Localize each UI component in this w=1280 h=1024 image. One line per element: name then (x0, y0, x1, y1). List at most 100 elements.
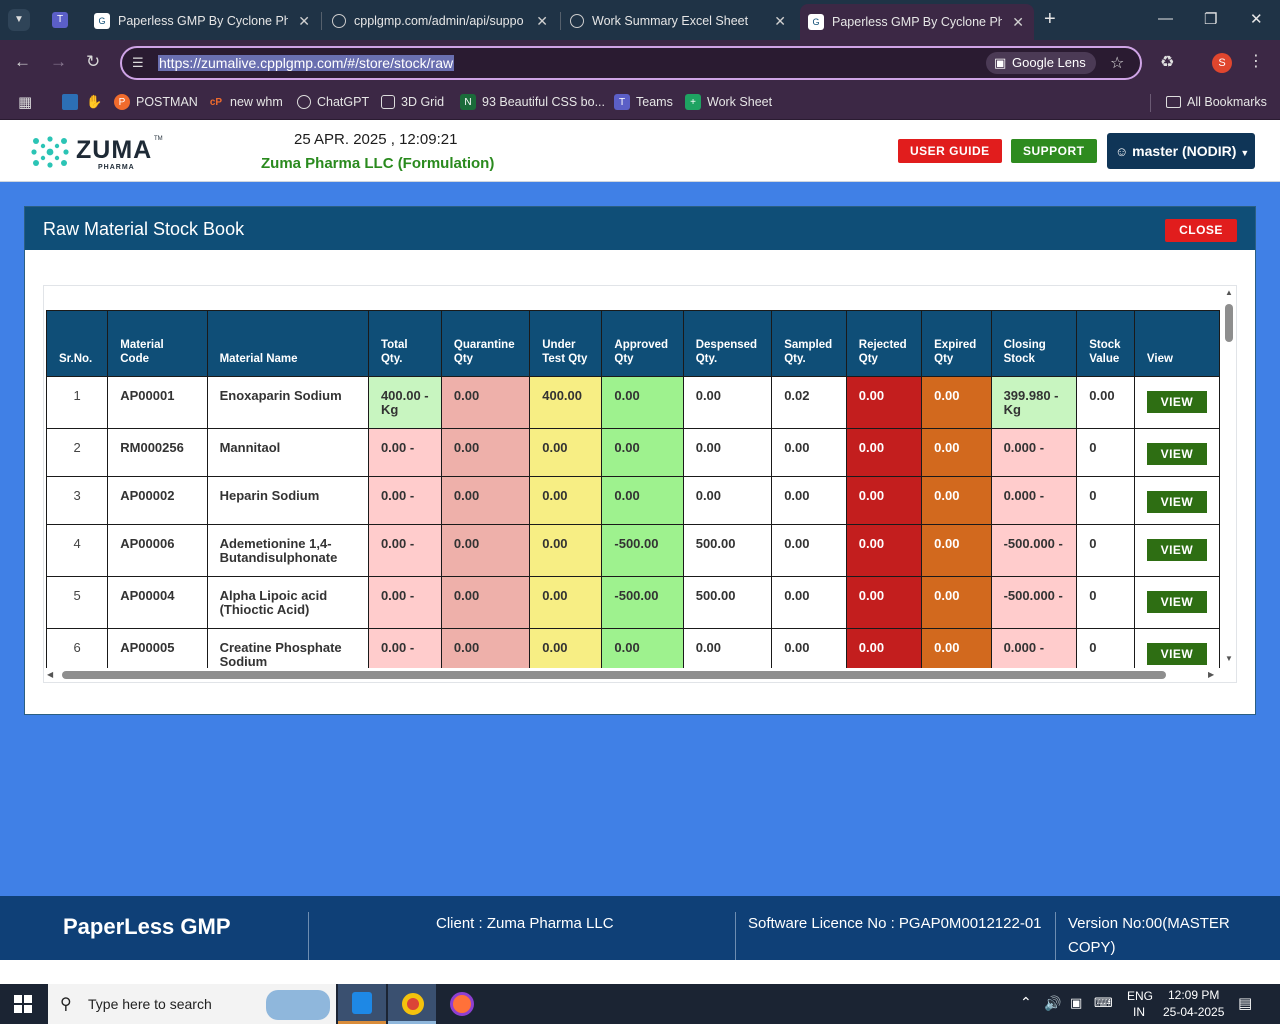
logo-wordmark: ZUMA (76, 136, 153, 164)
extensions-icon[interactable]: ♻ (1160, 52, 1174, 72)
bookmark-hand-icon[interactable]: ✋ (86, 94, 102, 110)
stock-table-viewport[interactable]: Sr.No. Material Code Material Name Total Qt… (46, 310, 1220, 668)
cell-sr: 5 (46, 576, 109, 629)
cell-value: 0 (1076, 576, 1135, 629)
view-button[interactable]: VIEW (1146, 643, 1207, 665)
windows-start-icon[interactable] (14, 995, 32, 1013)
tab-paperless-active[interactable]: G Paperless GMP By Cyclone Phar ✕ (800, 4, 1034, 40)
notifications-icon[interactable]: ▤ (1238, 994, 1252, 1012)
bookmark-emoji-icon[interactable] (62, 94, 78, 110)
cell-close: 399.980 - Kg (990, 376, 1078, 429)
vscode-taskbar-icon[interactable] (338, 984, 386, 1024)
bookmark-new-whm[interactable]: cP new whm (208, 93, 283, 111)
network-icon[interactable]: ▣ (1070, 995, 1082, 1011)
restore-icon[interactable]: ❐ (1204, 10, 1217, 28)
minimize-icon[interactable]: — (1158, 10, 1173, 27)
cell-code: RM000256 (107, 428, 208, 477)
close-tab-icon[interactable]: ✕ (298, 13, 310, 30)
footer-licence: Software Licence No : PGAP0M0012122-01 (748, 915, 1042, 932)
taskbar-search[interactable]: ⚲ Type here to search (48, 984, 336, 1024)
table-row: 2 RM000256 Mannitaol 0.00 -0.00 0.00 0.00 0.00… (46, 428, 1220, 477)
cell-name: Ademetionine 1,4-Butandisulphonate (206, 524, 369, 577)
reload-icon[interactable]: ↻ (86, 52, 100, 72)
profile-avatar[interactable]: S (1212, 53, 1232, 73)
firefox-taskbar-icon[interactable] (438, 984, 486, 1024)
cell-view: VIEW (1133, 376, 1220, 429)
google-lens-button[interactable]: ▣ Google Lens (986, 52, 1096, 74)
column-header-test: Under Test Qty (529, 310, 603, 377)
scroll-up-icon[interactable]: ▲ (1225, 288, 1233, 297)
new-tab-icon[interactable]: + (1044, 8, 1056, 31)
horizontal-scrollbar[interactable]: ◀ ▶ (44, 668, 1236, 682)
address-bar[interactable]: ☰ https://zumalive.cpplgmp.com/#/store/s… (120, 46, 1142, 80)
clock-time[interactable]: 12:09 PM (1168, 988, 1219, 1002)
url-text[interactable]: https://zumalive.cpplgmp.com/#/store/sto… (158, 55, 455, 71)
bookmark-chatgpt[interactable]: ChatGPT (297, 93, 369, 111)
tab-title: Paperless GMP By Cyclone Phar (118, 14, 288, 28)
view-button[interactable]: VIEW (1146, 491, 1207, 513)
tab-title: Paperless GMP By Cyclone Phar (832, 15, 1002, 29)
lens-label: Google Lens (1012, 55, 1086, 70)
keyboard-icon[interactable]: ⌨ (1094, 995, 1113, 1011)
vertical-scroll-thumb[interactable] (1225, 304, 1233, 342)
scroll-right-icon[interactable]: ▶ (1208, 670, 1214, 679)
windows-taskbar: ⚲ Type here to search ⌃ 🔊 ▣ ⌨ ENG IN 12:… (0, 984, 1280, 1024)
chrome-taskbar-icon[interactable] (388, 984, 436, 1024)
scroll-down-icon[interactable]: ▼ (1225, 654, 1233, 663)
close-tab-icon[interactable]: ✕ (1012, 14, 1024, 31)
vertical-scrollbar[interactable]: ▲ ▼ (1222, 286, 1236, 668)
tab-search-dropdown-icon[interactable]: ▼ (8, 9, 30, 31)
view-button[interactable]: VIEW (1146, 391, 1207, 413)
bookmark-3d-grid[interactable]: 3D Grid (381, 93, 444, 111)
close-tab-icon[interactable]: ✕ (774, 13, 786, 30)
clock-date[interactable]: 25-04-2025 (1163, 1005, 1224, 1019)
support-button[interactable]: SUPPORT (1011, 139, 1097, 163)
scroll-left-icon[interactable]: ◀ (47, 670, 53, 679)
zuma-logo: ZUMA TM PHARMA (30, 133, 170, 173)
cell-quar: 0.00 (440, 428, 531, 477)
bookmark-label: POSTMAN (136, 95, 198, 109)
site-settings-icon[interactable]: ☰ (132, 55, 144, 71)
language-indicator[interactable]: ENG (1127, 989, 1153, 1003)
tab-cpplgmp-api[interactable]: cpplgmp.com/admin/api/suppo ✕ (324, 6, 558, 36)
show-hidden-icons-icon[interactable]: ⌃ (1020, 994, 1032, 1011)
cell-name: Alpha Lipoic acid (Thioctic Acid) (206, 576, 369, 629)
cell-code: AP00005 (107, 628, 208, 668)
app-viewport: ZUMA TM PHARMA 25 APR. 2025 , 12:09:21 Z… (0, 121, 1280, 896)
bookmark-star-icon[interactable]: ☆ (1110, 53, 1124, 73)
tab-work-summary[interactable]: Work Summary Excel Sheet ✕ (562, 6, 796, 36)
forward-icon[interactable]: → (50, 52, 67, 72)
browser-menu-icon[interactable]: ⋮ (1248, 51, 1264, 71)
tab-paperless-1[interactable]: G Paperless GMP By Cyclone Phar ✕ (86, 6, 320, 36)
view-button[interactable]: VIEW (1146, 591, 1207, 613)
close-tab-icon[interactable]: ✕ (536, 13, 548, 30)
stock-table-container: Sr.No. Material Code Material Name Total Qt… (43, 285, 1237, 683)
all-bookmarks[interactable]: All Bookmarks (1166, 93, 1267, 111)
close-window-icon[interactable]: ✕ (1250, 10, 1263, 28)
volume-icon[interactable]: 🔊 (1044, 995, 1061, 1012)
back-icon[interactable]: ← (14, 52, 31, 72)
teams-tab-icon[interactable]: T (52, 12, 68, 28)
bookmark-css-buttons[interactable]: N 93 Beautiful CSS bo... (460, 93, 605, 111)
gmp-favicon-icon: G (94, 13, 110, 29)
bookmark-label: 93 Beautiful CSS bo... (482, 95, 605, 109)
cell-exp: 0.00 (921, 428, 992, 477)
bookmark-postman[interactable]: P POSTMAN (114, 93, 198, 111)
cell-samp: 0.00 (771, 576, 847, 629)
view-button[interactable]: VIEW (1146, 443, 1207, 465)
view-button[interactable]: VIEW (1146, 539, 1207, 561)
cell-code: AP00004 (107, 576, 208, 629)
cell-view: VIEW (1133, 576, 1220, 629)
bookmark-teams[interactable]: T Teams (614, 93, 673, 111)
chatgpt-icon (297, 95, 311, 109)
cell-name: Mannitaol (206, 428, 369, 477)
horizontal-scroll-thumb[interactable] (62, 671, 1166, 679)
cell-rej: 0.00 (845, 376, 923, 429)
user-guide-button[interactable]: USER GUIDE (898, 139, 1002, 163)
bookmark-work-sheet[interactable]: + Work Sheet (685, 93, 772, 111)
user-menu-button[interactable]: ☺ master (NODIR) ▼ (1107, 133, 1255, 169)
cell-value: 0 (1076, 524, 1135, 577)
close-button[interactable]: CLOSE (1165, 219, 1237, 242)
cell-appr: -500.00 (601, 524, 684, 577)
apps-grid-icon[interactable]: ▦ (18, 93, 32, 111)
